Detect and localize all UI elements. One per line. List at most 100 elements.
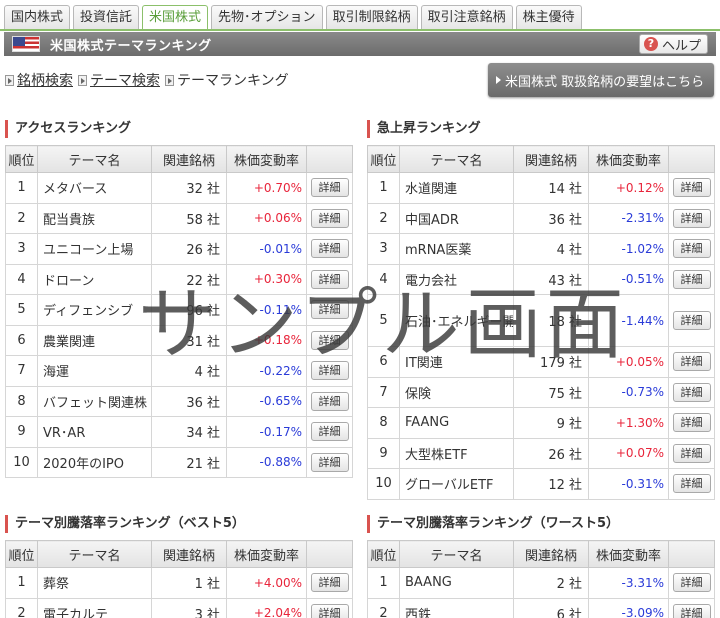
change-rate-cell: -0.22% bbox=[226, 355, 307, 387]
detail-button[interactable]: 詳細 bbox=[672, 352, 711, 372]
detail-button[interactable]: 詳細 bbox=[310, 452, 349, 472]
detail-button[interactable]: 詳細 bbox=[672, 178, 711, 198]
table-row: 4 ドローン 22 社 +0.30% 詳細 bbox=[5, 263, 353, 295]
best-ranking-section: テーマ別騰落率ランキング（ベスト5） 順位 テーマ名 関連銘柄 株価変動率 1 葬祭 1 社 +… bbox=[5, 515, 353, 618]
rank-cell: 8 bbox=[367, 407, 400, 439]
theme-name-link[interactable]: 農業関連 bbox=[37, 324, 152, 356]
detail-button[interactable]: 詳細 bbox=[672, 413, 711, 433]
col-rank-header: 順位 bbox=[5, 540, 38, 568]
rank-cell: 7 bbox=[5, 355, 38, 387]
theme-name-link[interactable]: 配当貴族 bbox=[37, 202, 152, 234]
change-rate-cell: -0.31% bbox=[588, 468, 669, 500]
related-count-cell: 31 社 bbox=[151, 324, 227, 356]
detail-button[interactable]: 詳細 bbox=[310, 391, 349, 411]
theme-name-link[interactable]: メタバース bbox=[37, 172, 152, 204]
detail-button[interactable]: 詳細 bbox=[310, 361, 349, 381]
related-count-cell: 36 社 bbox=[151, 385, 227, 417]
detail-button[interactable]: 詳細 bbox=[310, 208, 349, 228]
page-header: 米国株式テーマランキング ? ヘルプ bbox=[4, 32, 716, 56]
detail-button[interactable]: 詳細 bbox=[310, 422, 349, 442]
change-rate-cell: -0.73% bbox=[588, 376, 669, 408]
table-row: 2 西鉄 6 社 -3.09% 詳細 bbox=[367, 597, 715, 618]
theme-name-link[interactable]: IT関連 bbox=[399, 346, 514, 378]
theme-name-link[interactable]: 中国ADR bbox=[399, 202, 514, 234]
detail-button[interactable]: 詳細 bbox=[310, 178, 349, 198]
action-cell: 詳細 bbox=[306, 385, 353, 417]
theme-name-link[interactable]: ディフェンシブ bbox=[37, 294, 152, 326]
action-cell: 詳細 bbox=[668, 294, 715, 347]
table-row: 8 バフェット関連株 36 社 -0.65% 詳細 bbox=[5, 385, 353, 417]
rank-cell: 9 bbox=[5, 416, 38, 448]
detail-button[interactable]: 詳細 bbox=[672, 573, 711, 593]
us-flag-icon bbox=[12, 36, 40, 52]
action-cell: 詳細 bbox=[306, 567, 353, 599]
theme-name-link[interactable]: VR･AR bbox=[37, 416, 152, 448]
theme-name-link[interactable]: バフェット関連株 bbox=[37, 385, 152, 417]
table-row: 8 FAANG 9 社 +1.30% 詳細 bbox=[367, 407, 715, 439]
theme-name-link[interactable]: FAANG bbox=[399, 407, 514, 439]
tab-caution-stocks[interactable]: 取引注意銘柄 bbox=[420, 5, 513, 29]
detail-button[interactable]: 詳細 bbox=[672, 269, 711, 289]
breadcrumb-theme-search[interactable]: テーマ検索 bbox=[90, 70, 160, 90]
surge-ranking-section: 急上昇ランキング 順位 テーマ名 関連銘柄 株価変動率 1 水道関連 14 社 +0.12% 詳細… bbox=[367, 120, 715, 500]
theme-name-link[interactable]: 電子カルテ bbox=[37, 597, 152, 618]
section-title: 急上昇ランキング bbox=[367, 120, 714, 138]
tab-mutual-funds[interactable]: 投資信託 bbox=[73, 5, 140, 29]
col-change-header: 株価変動率 bbox=[588, 540, 669, 568]
theme-name-link[interactable]: グローバルETF bbox=[399, 468, 514, 500]
tab-restricted-stocks[interactable]: 取引制限銘柄 bbox=[325, 5, 418, 29]
detail-button[interactable]: 詳細 bbox=[310, 330, 349, 350]
table-row: 5石油･エネルギー開発18 社-1.44%詳細 bbox=[367, 294, 715, 347]
help-button[interactable]: ? ヘルプ bbox=[638, 34, 708, 54]
tab-futures-options[interactable]: 先物･オプション bbox=[211, 5, 323, 29]
rank-cell: 1 bbox=[367, 172, 400, 204]
rank-cell: 10 bbox=[367, 468, 400, 500]
detail-button[interactable]: 詳細 bbox=[310, 573, 349, 593]
change-rate-cell: +0.18% bbox=[226, 324, 307, 356]
detail-button[interactable]: 詳細 bbox=[672, 208, 711, 228]
breadcrumb-stock-search[interactable]: 銘柄検索 bbox=[17, 70, 73, 90]
theme-name-link[interactable]: ドローン bbox=[37, 263, 152, 295]
theme-name-link[interactable]: 石油･エネルギー開発 bbox=[399, 294, 514, 347]
detail-button[interactable]: 詳細 bbox=[672, 443, 711, 463]
table-row: 10 2020年のIPO 21 社 -0.88% 詳細 bbox=[5, 446, 353, 478]
tab-us-stocks[interactable]: 米国株式 bbox=[142, 5, 209, 30]
detail-button[interactable]: 詳細 bbox=[310, 269, 349, 289]
related-count-cell: 36 社 bbox=[513, 202, 589, 234]
stock-request-button[interactable]: 米国株式 取扱銘柄の要望はこちら bbox=[488, 63, 714, 97]
theme-name-link[interactable]: ユニコーン上場 bbox=[37, 233, 152, 265]
table-row: 5 ディフェンシブ 96 社 -0.11% 詳細 bbox=[5, 294, 353, 326]
detail-button[interactable]: 詳細 bbox=[672, 239, 711, 259]
tab-domestic-stocks[interactable]: 国内株式 bbox=[4, 5, 71, 29]
related-count-cell: 2 社 bbox=[513, 567, 589, 599]
theme-name-link[interactable]: 保険 bbox=[399, 376, 514, 408]
rank-cell: 9 bbox=[367, 437, 400, 469]
related-count-cell: 58 社 bbox=[151, 202, 227, 234]
detail-button[interactable]: 詳細 bbox=[672, 382, 711, 402]
theme-name-link[interactable]: 大型株ETF bbox=[399, 437, 514, 469]
related-count-cell: 26 社 bbox=[151, 233, 227, 265]
related-count-cell: 22 社 bbox=[151, 263, 227, 295]
theme-name-link[interactable]: 2020年のIPO bbox=[37, 446, 152, 478]
theme-name-link[interactable]: 電力会社 bbox=[399, 263, 514, 295]
ranking-table: 順位 テーマ名 関連銘柄 株価変動率 1 メタバース 32 社 +0.70% 詳細 2 配当貴族 58… bbox=[5, 145, 353, 478]
action-cell: 詳細 bbox=[306, 172, 353, 204]
theme-name-link[interactable]: 海運 bbox=[37, 355, 152, 387]
detail-button[interactable]: 詳細 bbox=[310, 603, 349, 618]
theme-name-link[interactable]: 水道関連 bbox=[399, 172, 514, 204]
related-count-cell: 12 社 bbox=[513, 468, 589, 500]
detail-button[interactable]: 詳細 bbox=[310, 300, 349, 320]
detail-button[interactable]: 詳細 bbox=[672, 603, 711, 618]
action-cell: 詳細 bbox=[668, 172, 715, 204]
theme-name-link[interactable]: BAANG bbox=[399, 567, 514, 599]
theme-name-link[interactable]: mRNA医薬 bbox=[399, 233, 514, 265]
theme-name-link[interactable]: 葬祭 bbox=[37, 567, 152, 599]
detail-button[interactable]: 詳細 bbox=[672, 474, 711, 494]
question-icon: ? bbox=[643, 37, 658, 51]
detail-button[interactable]: 詳細 bbox=[672, 311, 711, 330]
tab-shareholder-benefits[interactable]: 株主優待 bbox=[515, 5, 582, 29]
table-row: 2 配当貴族 58 社 +0.06% 詳細 bbox=[5, 202, 353, 234]
theme-name-link[interactable]: 西鉄 bbox=[399, 597, 514, 618]
rank-cell: 2 bbox=[5, 597, 38, 618]
detail-button[interactable]: 詳細 bbox=[310, 239, 349, 259]
